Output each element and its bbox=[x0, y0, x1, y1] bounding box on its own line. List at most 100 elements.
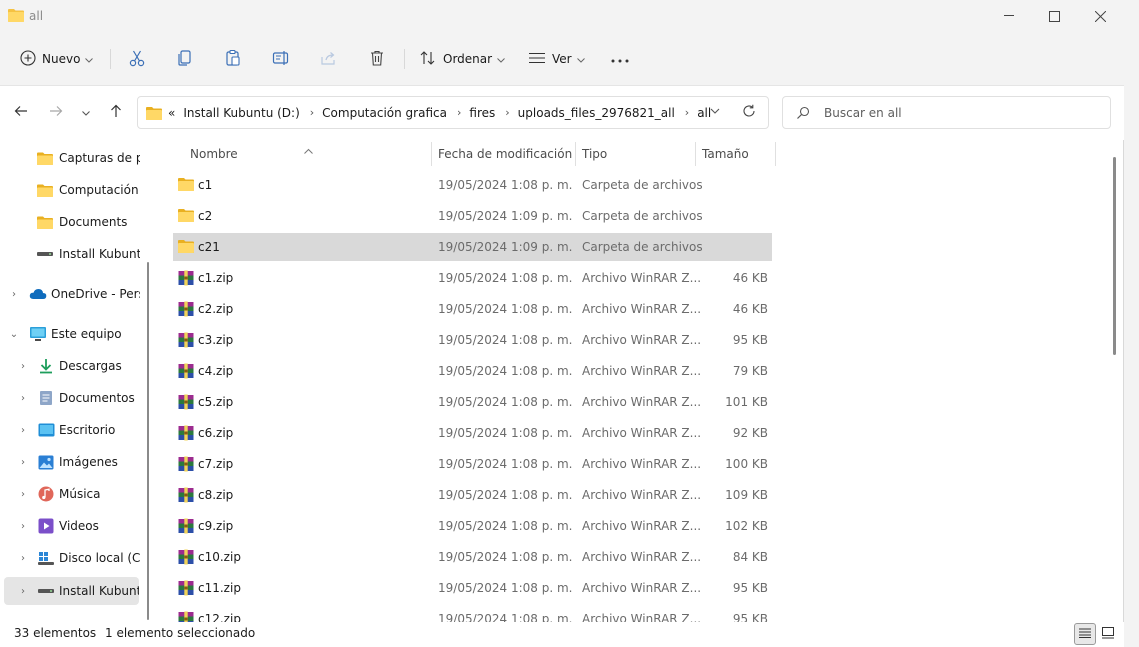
file-row[interactable]: c2.zip 19/05/2024 1:08 p. m. Archivo WinRA… bbox=[173, 295, 772, 323]
breadcrumb-computacion[interactable]: Computación grafica bbox=[322, 106, 447, 120]
file-list-scrollbar[interactable] bbox=[1113, 157, 1116, 355]
chevron-right-icon[interactable]: › bbox=[17, 553, 29, 564]
sidebar-item-computacion[interactable]: Computación g bbox=[0, 176, 140, 204]
view-button[interactable]: Ver bbox=[528, 45, 585, 73]
file-type: Archivo WinRAR Z... bbox=[582, 426, 702, 440]
chevron-right-icon[interactable]: › bbox=[17, 361, 29, 372]
file-row[interactable]: c12.zip 19/05/2024 1:08 p. m. Archivo WinR… bbox=[173, 605, 772, 622]
rename-button[interactable] bbox=[272, 45, 290, 73]
file-type: Archivo WinRAR Z... bbox=[582, 581, 702, 595]
file-row[interactable]: c6.zip 19/05/2024 1:08 p. m. Archivo WinRA… bbox=[173, 419, 772, 447]
file-name: c2 bbox=[198, 209, 213, 223]
sort-button[interactable]: Ordenar bbox=[419, 45, 505, 73]
breadcrumb-fires[interactable]: fires bbox=[469, 106, 495, 120]
breadcrumb-drive[interactable]: Install Kubuntu (D:) bbox=[183, 106, 299, 120]
column-header-modified[interactable]: Fecha de modificación bbox=[438, 147, 572, 161]
file-modified-date: 19/05/2024 1:08 p. m. bbox=[438, 550, 573, 564]
file-size: 46 KB bbox=[732, 271, 768, 285]
up-button[interactable] bbox=[104, 100, 128, 124]
sidebar-item-escritorio[interactable]: › Escritorio bbox=[0, 416, 140, 444]
column-divider[interactable] bbox=[575, 142, 576, 166]
sidebar-item-descargas[interactable]: › Descargas bbox=[0, 352, 140, 380]
copy-button[interactable] bbox=[176, 45, 194, 73]
more-options-button[interactable] bbox=[611, 45, 629, 73]
file-row[interactable]: c10.zip 19/05/2024 1:08 p. m. Archivo WinR… bbox=[173, 543, 772, 571]
delete-button[interactable] bbox=[368, 45, 386, 73]
paste-button[interactable] bbox=[224, 45, 242, 73]
sidebar-item-este-equipo[interactable]: ⌄ Este equipo bbox=[0, 320, 140, 348]
sidebar-item-musica[interactable]: › Música bbox=[0, 480, 140, 508]
chevron-right-icon[interactable]: › bbox=[17, 425, 29, 436]
sidebar-item-install-kubuntu[interactable]: › Install Kubuntu bbox=[4, 577, 139, 605]
selection-count: 1 elemento seleccionado bbox=[105, 626, 256, 640]
file-row[interactable]: c11.zip 19/05/2024 1:08 p. m. Archivo WinR… bbox=[173, 574, 772, 602]
chevron-right-icon[interactable]: › bbox=[17, 457, 29, 468]
sidebar-item-documents[interactable]: Documents bbox=[0, 208, 140, 236]
chevron-right-icon[interactable]: › bbox=[8, 289, 20, 300]
forward-button[interactable] bbox=[44, 100, 68, 124]
sidebar-item-documentos[interactable]: › Documentos bbox=[0, 384, 140, 412]
close-button[interactable] bbox=[1077, 0, 1123, 32]
search-input[interactable]: Buscar en all bbox=[782, 96, 1111, 129]
sidebar-item-install-kubuntu-quick[interactable]: Install Kubuntu bbox=[0, 240, 140, 268]
sidebar-item-videos[interactable]: › Videos bbox=[0, 512, 140, 540]
cut-button[interactable] bbox=[128, 45, 146, 73]
back-button[interactable] bbox=[9, 100, 33, 124]
sort-ascending-icon bbox=[304, 147, 313, 157]
column-header-type[interactable]: Tipo bbox=[582, 147, 607, 161]
chevron-right-icon[interactable]: › bbox=[310, 106, 314, 119]
file-row[interactable]: c1 19/05/2024 1:08 p. m. Carpeta de archiv… bbox=[173, 171, 772, 199]
chevron-right-icon[interactable]: › bbox=[685, 106, 689, 119]
breadcrumb-overflow[interactable]: « bbox=[168, 106, 175, 120]
column-divider[interactable] bbox=[695, 142, 696, 166]
rename-icon bbox=[272, 49, 290, 70]
maximize-button[interactable] bbox=[1031, 0, 1077, 32]
file-row[interactable]: c21 19/05/2024 1:09 p. m. Carpeta de archi… bbox=[173, 233, 772, 261]
column-header-name[interactable]: Nombre bbox=[190, 147, 238, 161]
winrar-archive-icon bbox=[178, 456, 194, 472]
new-button[interactable]: Nuevo bbox=[20, 45, 94, 73]
chevron-right-icon[interactable]: › bbox=[17, 521, 29, 532]
file-row[interactable]: c5.zip 19/05/2024 1:08 p. m. Archivo WinRA… bbox=[173, 388, 772, 416]
drive-icon bbox=[37, 583, 55, 599]
sidebar-item-disco-local[interactable]: › Disco local (C:) bbox=[0, 544, 140, 572]
file-size: 79 KB bbox=[732, 364, 768, 378]
details-view-button[interactable] bbox=[1074, 623, 1096, 645]
winrar-archive-icon bbox=[178, 549, 194, 565]
breadcrumb-uploads[interactable]: uploads_files_2976821_all bbox=[518, 106, 675, 120]
sidebar-item-onedrive[interactable]: › OneDrive - Perso bbox=[0, 280, 140, 308]
chevron-down-icon[interactable]: ⌄ bbox=[8, 329, 20, 340]
winrar-archive-icon bbox=[178, 270, 194, 286]
large-icons-view-button[interactable] bbox=[1097, 623, 1119, 645]
file-row[interactable]: c9.zip 19/05/2024 1:08 p. m. Archivo WinRA… bbox=[173, 512, 772, 540]
chevron-right-icon[interactable]: › bbox=[457, 106, 461, 119]
sidebar-scrollbar[interactable] bbox=[147, 262, 149, 620]
file-modified-date: 19/05/2024 1:08 p. m. bbox=[438, 302, 573, 316]
file-row[interactable]: c3.zip 19/05/2024 1:08 p. m. Archivo WinRA… bbox=[173, 326, 772, 354]
address-bar[interactable]: « Install Kubuntu (D:) › Computación gra… bbox=[137, 96, 769, 129]
minimize-button[interactable] bbox=[986, 0, 1032, 32]
refresh-icon[interactable] bbox=[742, 104, 756, 121]
file-row[interactable]: c2 19/05/2024 1:09 p. m. Carpeta de archiv… bbox=[173, 202, 772, 230]
file-row[interactable]: c1.zip 19/05/2024 1:08 p. m. Archivo WinRA… bbox=[173, 264, 772, 292]
search-icon bbox=[796, 106, 810, 123]
file-row[interactable]: c7.zip 19/05/2024 1:08 p. m. Archivo WinRA… bbox=[173, 450, 772, 478]
navigation-pane: Capturas de pa Computación g Documents I… bbox=[0, 140, 150, 620]
file-type: Archivo WinRAR Z... bbox=[582, 302, 702, 316]
sidebar-item-imagenes[interactable]: › Imágenes bbox=[0, 448, 140, 476]
chevron-right-icon[interactable]: › bbox=[17, 489, 29, 500]
column-header-size[interactable]: Tamaño bbox=[702, 147, 749, 161]
winrar-archive-icon bbox=[178, 580, 194, 596]
column-divider[interactable] bbox=[775, 142, 776, 166]
sidebar-item-capturas[interactable]: Capturas de pa bbox=[0, 144, 140, 172]
title-bar[interactable]: all bbox=[0, 0, 1124, 32]
column-divider[interactable] bbox=[431, 142, 432, 166]
chevron-right-icon[interactable]: › bbox=[505, 106, 509, 119]
chevron-right-icon[interactable]: › bbox=[17, 393, 29, 404]
recent-locations-button[interactable] bbox=[74, 100, 98, 124]
chevron-right-icon[interactable]: › bbox=[17, 586, 29, 597]
file-row[interactable]: c4.zip 19/05/2024 1:08 p. m. Archivo WinRA… bbox=[173, 357, 772, 385]
share-button[interactable] bbox=[320, 45, 338, 73]
file-row[interactable]: c8.zip 19/05/2024 1:08 p. m. Archivo WinRA… bbox=[173, 481, 772, 509]
address-history-chevron-icon[interactable] bbox=[710, 105, 720, 120]
